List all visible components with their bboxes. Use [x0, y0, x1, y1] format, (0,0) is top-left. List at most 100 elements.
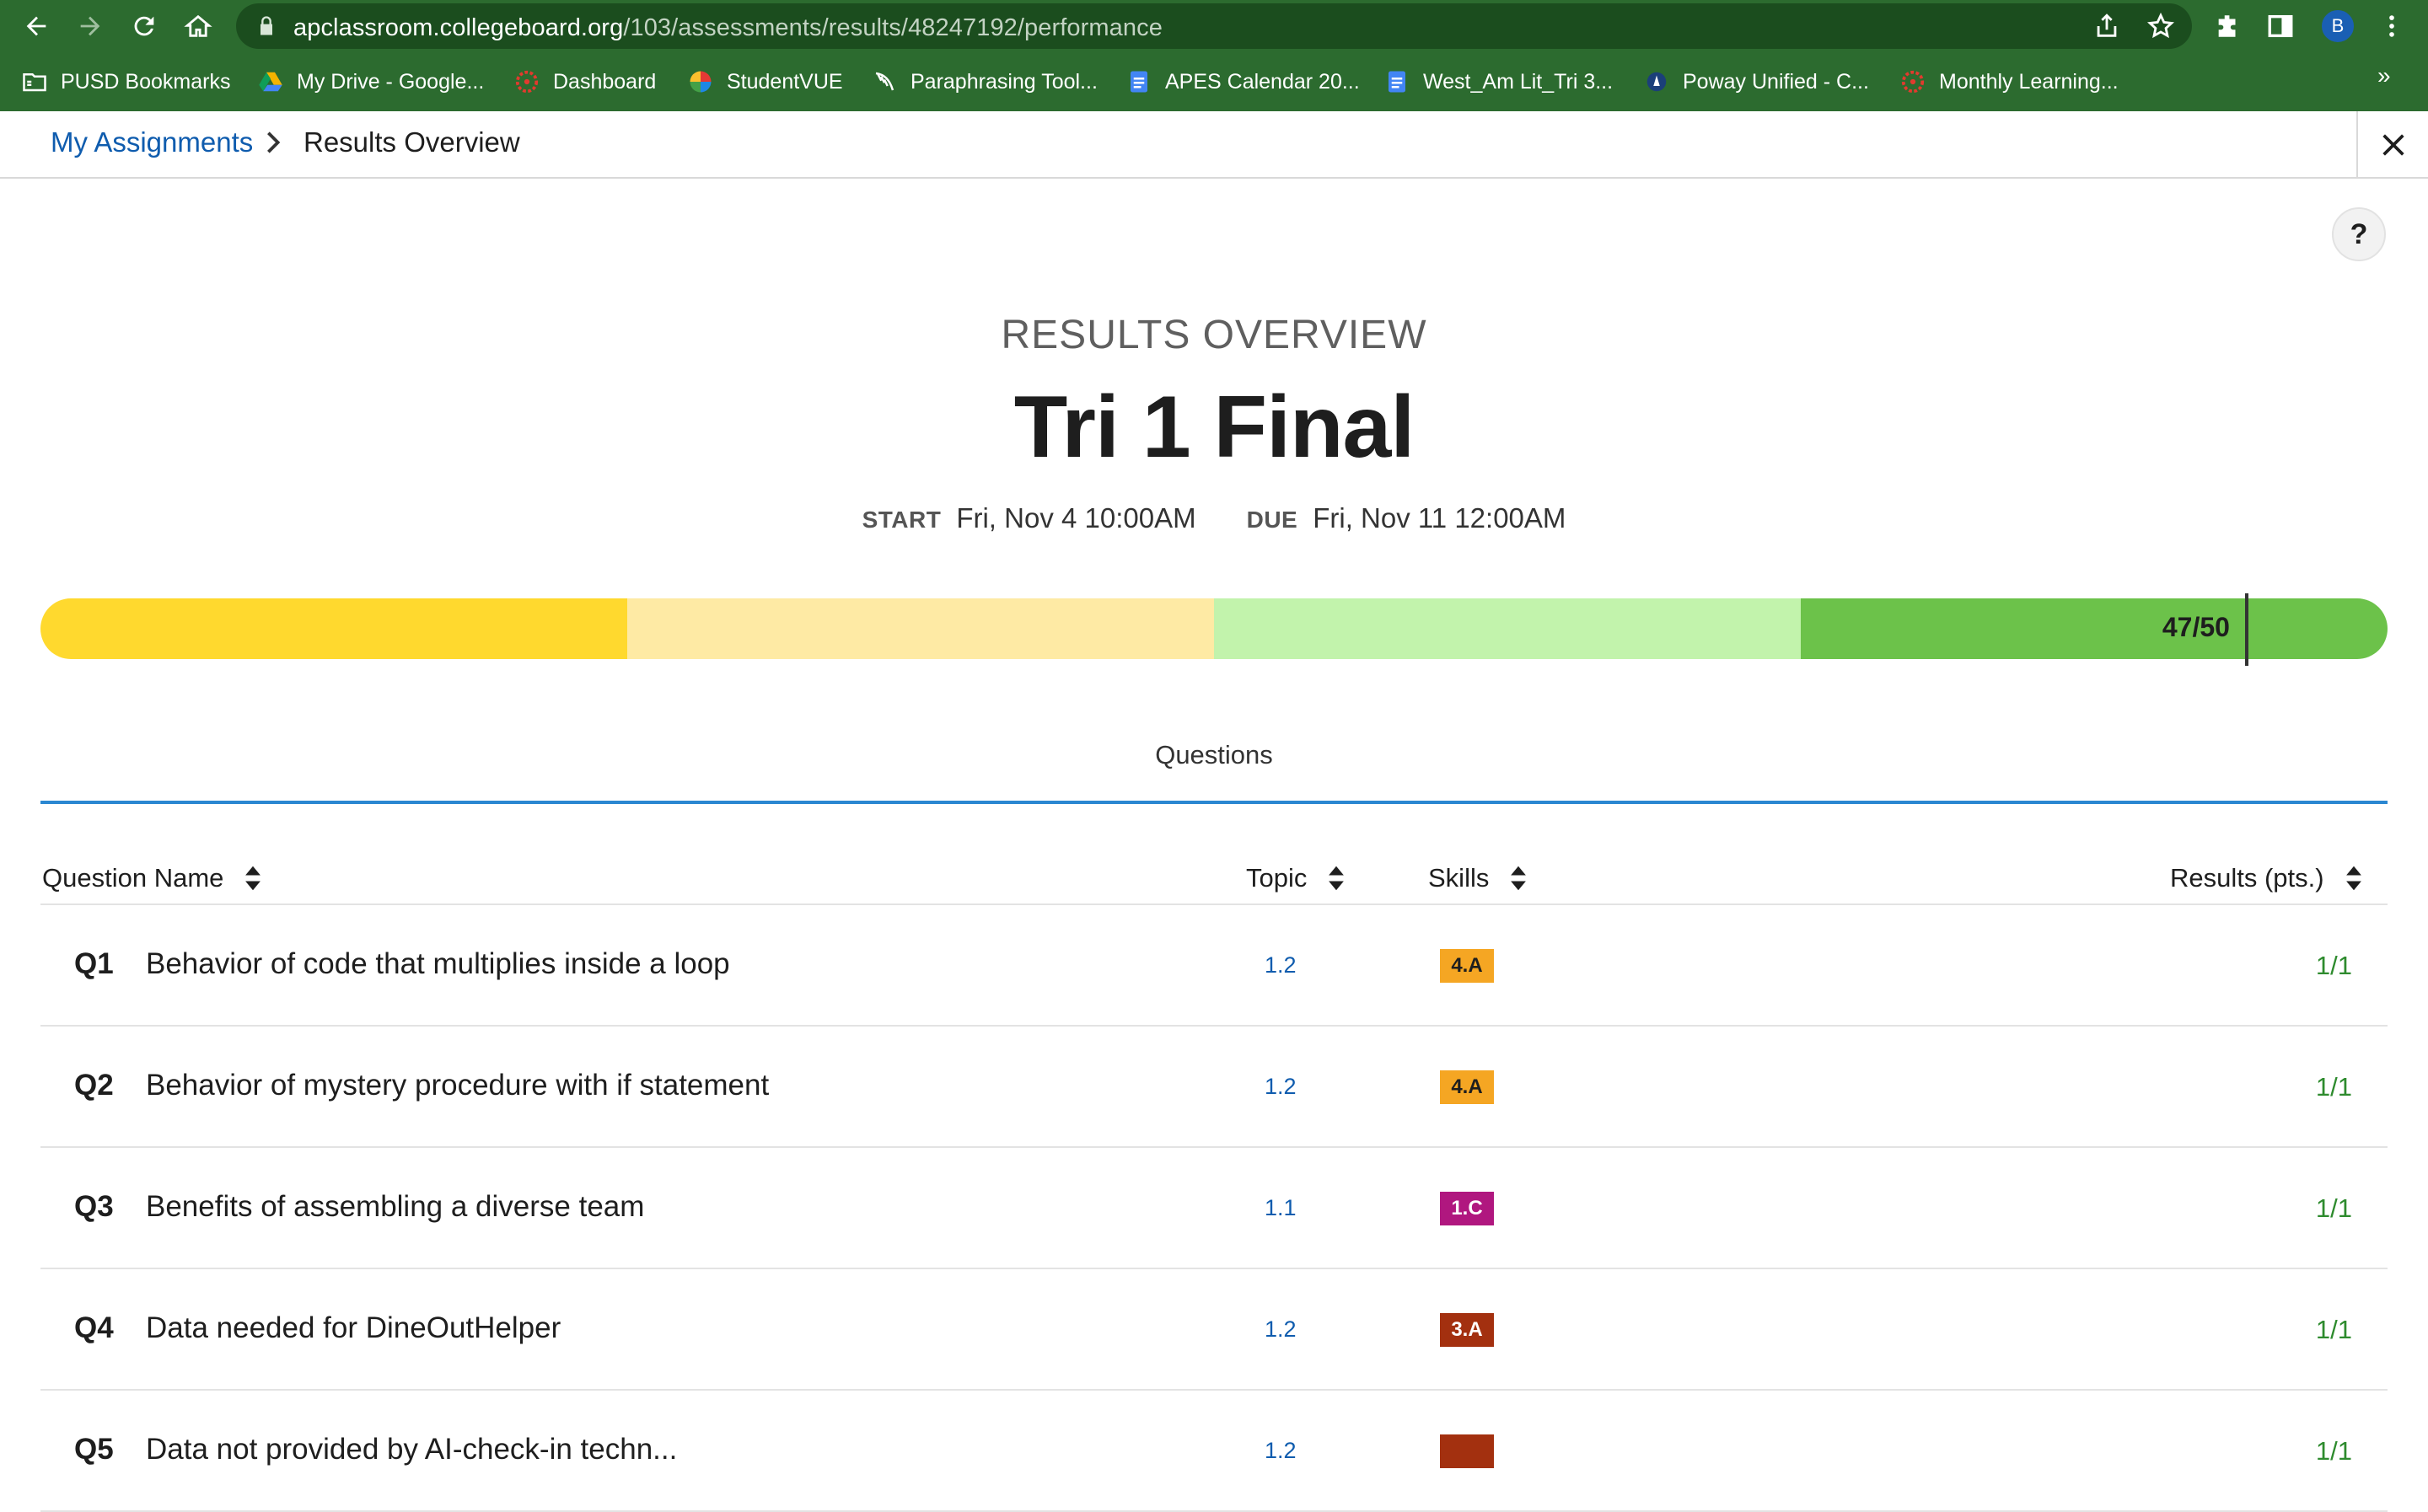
bookmark-my-drive[interactable]: My Drive - Google...: [258, 62, 484, 101]
more-bookmarks-button[interactable]: »: [2377, 62, 2391, 89]
bookmark-dashboard[interactable]: Dashboard: [514, 62, 656, 101]
question-number: Q1: [74, 947, 114, 980]
skill-badge: 3.A: [1440, 1313, 1494, 1347]
forward-arrow-icon[interactable]: [71, 7, 110, 46]
close-button[interactable]: [2356, 111, 2428, 179]
question-name[interactable]: Behavior of code that multiplies inside …: [146, 947, 730, 981]
question-name[interactable]: Benefits of assembling a diverse team: [146, 1190, 644, 1224]
score-band-segment: [40, 598, 627, 659]
bookmark-monthly-learning[interactable]: Monthly Learning...: [1900, 62, 2119, 101]
skill-badge: [1440, 1434, 1494, 1468]
skill-badge: 4.A: [1440, 949, 1494, 983]
bookmark-paraphrasing[interactable]: Paraphrasing Tool...: [872, 62, 1098, 101]
assessment-title: Tri 1 Final: [1013, 378, 1415, 476]
lock-icon: [261, 16, 272, 35]
address-bar[interactable]: apclassroom.collegeboard.org/103/assessm…: [236, 3, 2192, 49]
bookmark-label: Poway Unified - C...: [1683, 69, 1869, 94]
table-row[interactable]: Q1 Behavior of code that multiplies insid…: [40, 905, 2388, 1027]
browser-menu-icon[interactable]: [2372, 7, 2411, 46]
column-label: Topic: [1246, 863, 1308, 893]
bookmark-pusd[interactable]: PUSD Bookmarks: [22, 62, 230, 101]
breadcrumb-my-assignments[interactable]: My Assignments: [51, 126, 253, 158]
bookmark-apes-calendar[interactable]: APES Calendar 20...: [1126, 62, 1360, 101]
question-number: Q3: [74, 1190, 114, 1223]
assessment-dates: START Fri, Nov 4 10:00AM DUE Fri, Nov 11 12…: [0, 502, 2428, 534]
feather-icon: [872, 69, 897, 94]
back-arrow-icon[interactable]: [17, 7, 56, 46]
bookmark-label: Paraphrasing Tool...: [910, 69, 1098, 94]
tab-active-indicator: [40, 801, 2388, 804]
topic-link[interactable]: 1.2: [1265, 1074, 1297, 1100]
bookmark-label: My Drive - Google...: [297, 69, 485, 94]
sort-icon: [1511, 866, 1527, 891]
topic-link[interactable]: 1.2: [1265, 952, 1297, 979]
column-header-topic[interactable]: Topic: [1246, 863, 1346, 893]
sort-icon: [1329, 866, 1345, 891]
skill-badge: 1.C: [1440, 1192, 1494, 1225]
topic-link[interactable]: 1.2: [1265, 1316, 1297, 1343]
column-label: Question Name: [42, 863, 224, 893]
help-button[interactable]: ?: [2332, 207, 2386, 261]
close-icon: [2382, 134, 2404, 156]
question-number: Q5: [74, 1433, 114, 1466]
bookmark-star-icon[interactable]: [2146, 12, 2175, 40]
profile-avatar[interactable]: B: [2320, 8, 2355, 44]
start-label: START: [862, 507, 942, 533]
sort-icon: [2345, 866, 2361, 891]
extensions-puzzle-icon[interactable]: [2209, 7, 2248, 46]
bookmark-west-am-lit[interactable]: West_Am Lit_Tri 3...: [1384, 62, 1613, 101]
reload-icon[interactable]: [125, 7, 164, 46]
table-row[interactable]: Q3 Benefits of assembling a diverse team 1…: [40, 1148, 2388, 1269]
bookmark-label: StudentVUE: [727, 69, 843, 94]
bookmarks-bar: PUSD Bookmarks My Drive - Google... Dash…: [0, 62, 2428, 101]
column-header-results[interactable]: Results (pts.): [2170, 863, 2363, 893]
result-score: 1/1: [2315, 1436, 2352, 1466]
url-path: /103/assessments/results/48247192/perfor…: [623, 14, 1163, 41]
score-band-segment: [627, 598, 1214, 659]
question-name[interactable]: Data not provided by AI-check-in techn..…: [146, 1433, 677, 1466]
question-name[interactable]: Behavior of mystery procedure with if st…: [146, 1069, 769, 1102]
bookmark-poway-unified[interactable]: Poway Unified - C...: [1644, 62, 1869, 101]
column-header-skills[interactable]: Skills: [1428, 863, 1528, 893]
column-header-question-name[interactable]: Question Name: [42, 863, 262, 893]
google-docs-icon: [1384, 69, 1410, 94]
google-drive-icon: [258, 69, 283, 94]
studentvue-icon: [688, 69, 713, 94]
canvas-icon: [1900, 69, 1926, 94]
google-docs-icon: [1126, 69, 1152, 94]
bookmark-label: Dashboard: [553, 69, 657, 94]
table-row[interactable]: Q4 Data needed for DineOutHelper 1.2 3.A 1/1: [40, 1269, 2388, 1391]
table-row[interactable]: Q2 Behavior of mystery procedure with if …: [40, 1027, 2388, 1148]
question-number: Q2: [74, 1069, 114, 1102]
due-value: Fri, Nov 11 12:00AM: [1313, 502, 1566, 533]
table-row[interactable]: Q5 Data not provided by AI-check-in techn…: [40, 1391, 2388, 1512]
chevron-right-icon: [267, 131, 281, 153]
topic-link[interactable]: 1.1: [1265, 1195, 1297, 1221]
share-icon[interactable]: [2092, 12, 2121, 40]
topic-link[interactable]: 1.2: [1265, 1438, 1297, 1464]
canvas-icon: [514, 69, 540, 94]
url-text: apclassroom.collegeboard.org/103/assessm…: [293, 14, 1163, 42]
home-icon[interactable]: [179, 7, 218, 46]
question-name[interactable]: Data needed for DineOutHelper: [146, 1311, 561, 1345]
breadcrumb-current: Results Overview: [304, 126, 520, 158]
score-bar: [40, 598, 2388, 659]
result-score: 1/1: [2315, 951, 2352, 980]
bookmark-label: West_Am Lit_Tri 3...: [1423, 69, 1614, 94]
result-score: 1/1: [2315, 1315, 2352, 1344]
browser-toolbar: apclassroom.collegeboard.org/103/assessm…: [0, 0, 2428, 52]
bookmark-label: PUSD Bookmarks: [61, 69, 231, 94]
due-label: DUE: [1246, 507, 1298, 533]
score-label: 47/50: [2162, 612, 2230, 642]
side-panel-icon[interactable]: [2261, 7, 2300, 46]
page-overline: RESULTS OVERVIEW: [1001, 313, 1427, 357]
tab-questions[interactable]: Questions: [0, 740, 2428, 770]
score-band-segment: [1214, 598, 1801, 659]
score-marker: [2244, 593, 2248, 666]
question-number: Q4: [74, 1311, 114, 1344]
browser-chrome: apclassroom.collegeboard.org/103/assessm…: [0, 0, 2428, 111]
result-score: 1/1: [2315, 1193, 2352, 1223]
bookmark-studentvue[interactable]: StudentVUE: [688, 62, 843, 101]
column-label: Results (pts.): [2170, 863, 2324, 893]
app-header: My Assignments Results Overview: [0, 111, 2428, 179]
